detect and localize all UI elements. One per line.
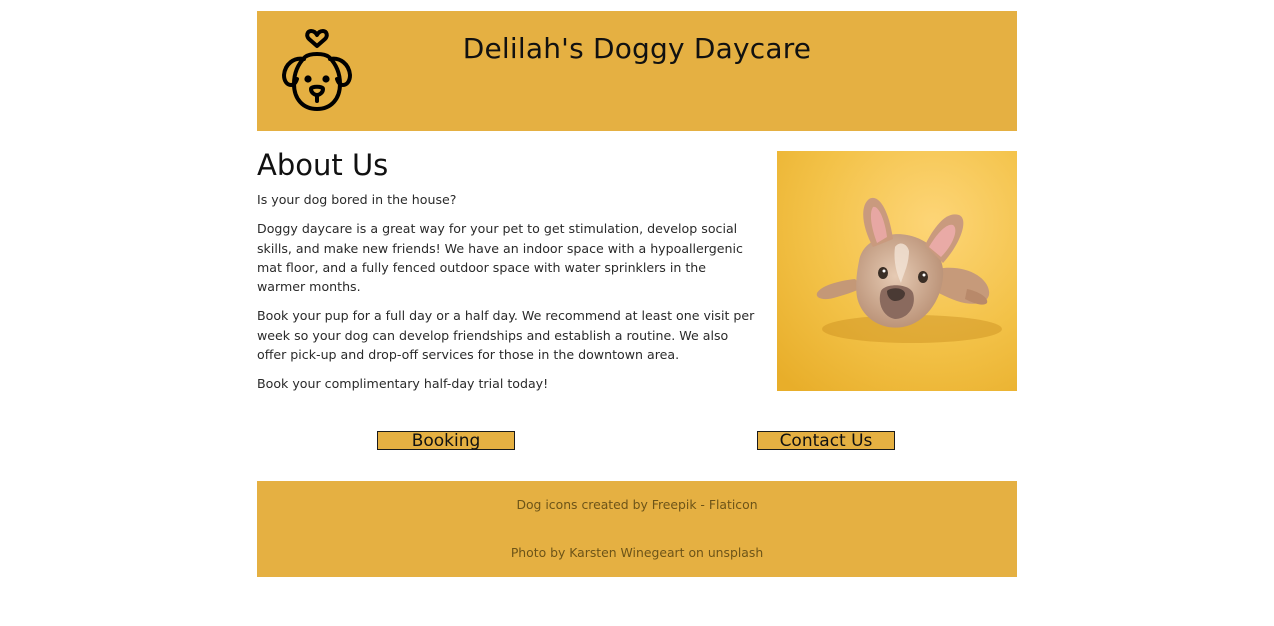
site-header: Delilah's Doggy Daycare <box>257 11 1017 131</box>
about-heading: About Us <box>257 148 389 182</box>
main-content: About Us Is your dog bored in the house?… <box>257 131 1017 451</box>
booking-button[interactable]: Booking <box>377 431 515 451</box>
photographer-link[interactable]: Karsten Winegeart <box>569 545 684 560</box>
about-paragraph-4: Book your complimentary half-day trial t… <box>257 376 549 392</box>
photo-credit-middle: on <box>684 545 708 560</box>
flaticon-link[interactable]: Freepik - Flaticon <box>652 497 758 512</box>
about-paragraph-1: Is your dog bored in the house? <box>257 192 457 207</box>
page: Delilah's Doggy Daycare About Us Is your… <box>257 0 1017 577</box>
site-title: Delilah's Doggy Daycare <box>462 32 812 65</box>
unsplash-link[interactable]: unsplash <box>708 545 763 560</box>
dog-photo <box>777 151 1017 391</box>
photo-credit: Photo by Karsten Winegeart on unsplash <box>257 545 1017 560</box>
site-footer: Dog icons created by Freepik - Flaticon … <box>257 481 1017 577</box>
icon-credit-text: Dog icons created by <box>516 497 652 512</box>
icon-credit: Dog icons created by Freepik - Flaticon <box>257 497 1017 512</box>
about-paragraph-2: Doggy daycare is a great way for your pe… <box>257 221 743 295</box>
photo-credit-text: Photo by <box>510 545 570 560</box>
about-section: About Us Is your dog bored in the house?… <box>257 147 757 404</box>
about-paragraph-3: Book your pup for a full day or a half d… <box>257 308 755 363</box>
contact-us-button[interactable]: Contact Us <box>757 431 895 451</box>
